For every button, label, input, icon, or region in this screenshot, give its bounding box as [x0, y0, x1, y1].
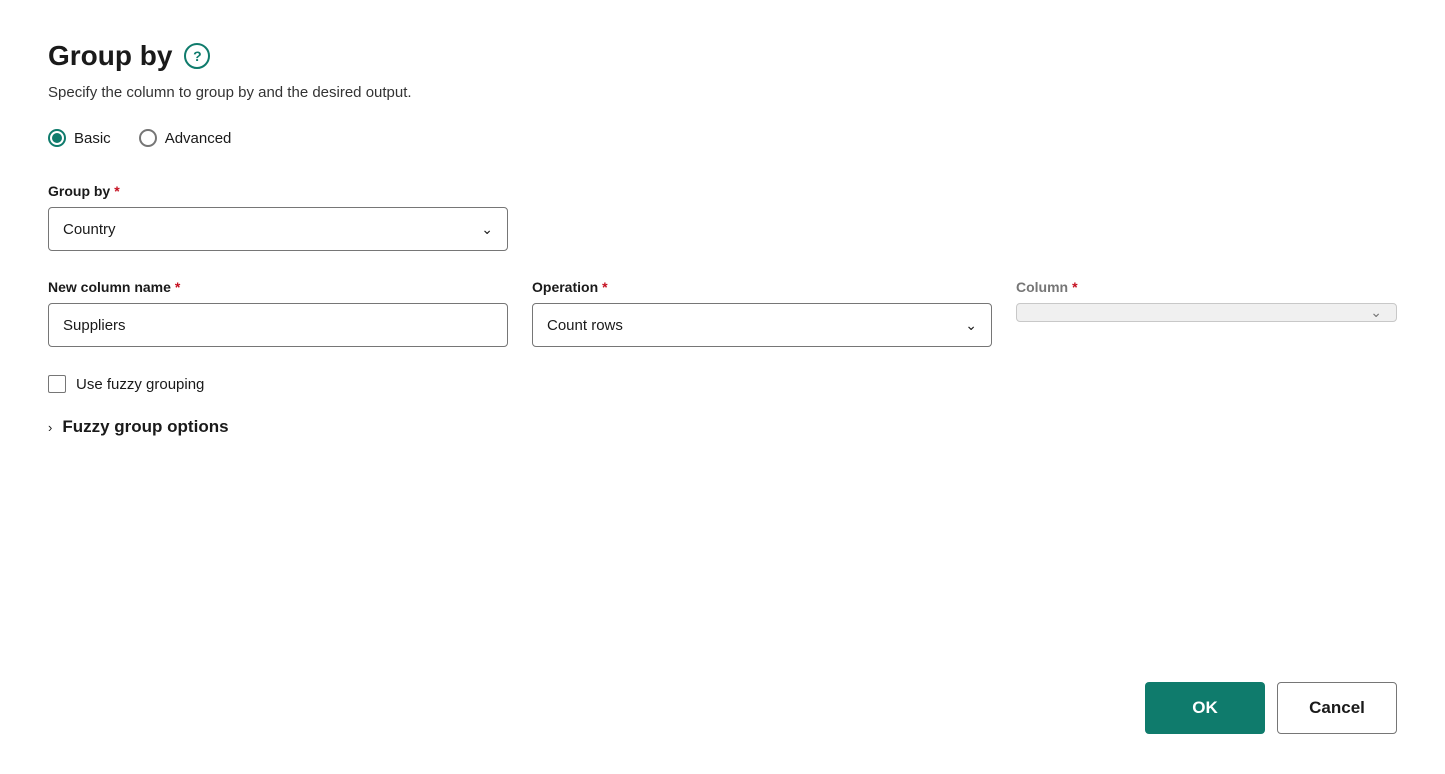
operation-select[interactable]: Count rows ⌄ [532, 303, 992, 347]
bottom-buttons: OK Cancel [1145, 682, 1397, 734]
group-by-section: Group by * Country ⌄ [48, 183, 1397, 251]
column-label: Column * [1016, 279, 1397, 295]
operation-chevron-icon: ⌄ [965, 317, 977, 334]
ok-button[interactable]: OK [1145, 682, 1265, 734]
help-icon[interactable]: ? [184, 43, 210, 69]
group-by-required: * [114, 183, 119, 199]
radio-basic-circle [48, 129, 66, 147]
radio-basic-label: Basic [74, 130, 111, 147]
operation-required: * [602, 279, 607, 295]
operation-selected-value: Count rows [547, 317, 623, 334]
column-required: * [1072, 279, 1077, 295]
title-row: Group by ? [48, 40, 1397, 72]
operation-group: Operation * Count rows ⌄ [532, 279, 992, 347]
new-column-required: * [175, 279, 180, 295]
radio-advanced-label: Advanced [165, 130, 232, 147]
group-by-dialog: Group by ? Specify the column to group b… [0, 0, 1445, 774]
radio-advanced-circle [139, 129, 157, 147]
radio-advanced[interactable]: Advanced [139, 129, 232, 147]
group-by-chevron-icon: ⌄ [481, 221, 493, 238]
fuzzy-grouping-row[interactable]: Use fuzzy grouping [48, 375, 1397, 393]
new-column-label: New column name * [48, 279, 508, 295]
dialog-title: Group by [48, 40, 172, 72]
column-chevron-icon: ⌄ [1370, 304, 1382, 321]
group-by-label: Group by * [48, 183, 1397, 199]
group-by-selected-value: Country [63, 221, 116, 238]
radio-basic[interactable]: Basic [48, 129, 111, 147]
column-select[interactable]: ⌄ [1016, 303, 1397, 322]
fields-row: New column name * Operation * Count rows… [48, 279, 1397, 347]
column-group: Column * ⌄ [1016, 279, 1397, 322]
cancel-button[interactable]: Cancel [1277, 682, 1397, 734]
group-by-select[interactable]: Country ⌄ [48, 207, 508, 251]
new-column-group: New column name * [48, 279, 508, 347]
fuzzy-options-label: Fuzzy group options [62, 417, 228, 437]
mode-radio-group: Basic Advanced [48, 129, 1397, 147]
fuzzy-grouping-checkbox[interactable] [48, 375, 66, 393]
dialog-subtitle: Specify the column to group by and the d… [48, 84, 1397, 101]
operation-label: Operation * [532, 279, 992, 295]
fuzzy-grouping-label: Use fuzzy grouping [76, 376, 204, 393]
fuzzy-options-chevron-icon: › [48, 420, 52, 435]
fuzzy-options-row[interactable]: › Fuzzy group options [48, 417, 1397, 437]
new-column-input[interactable] [48, 303, 508, 347]
